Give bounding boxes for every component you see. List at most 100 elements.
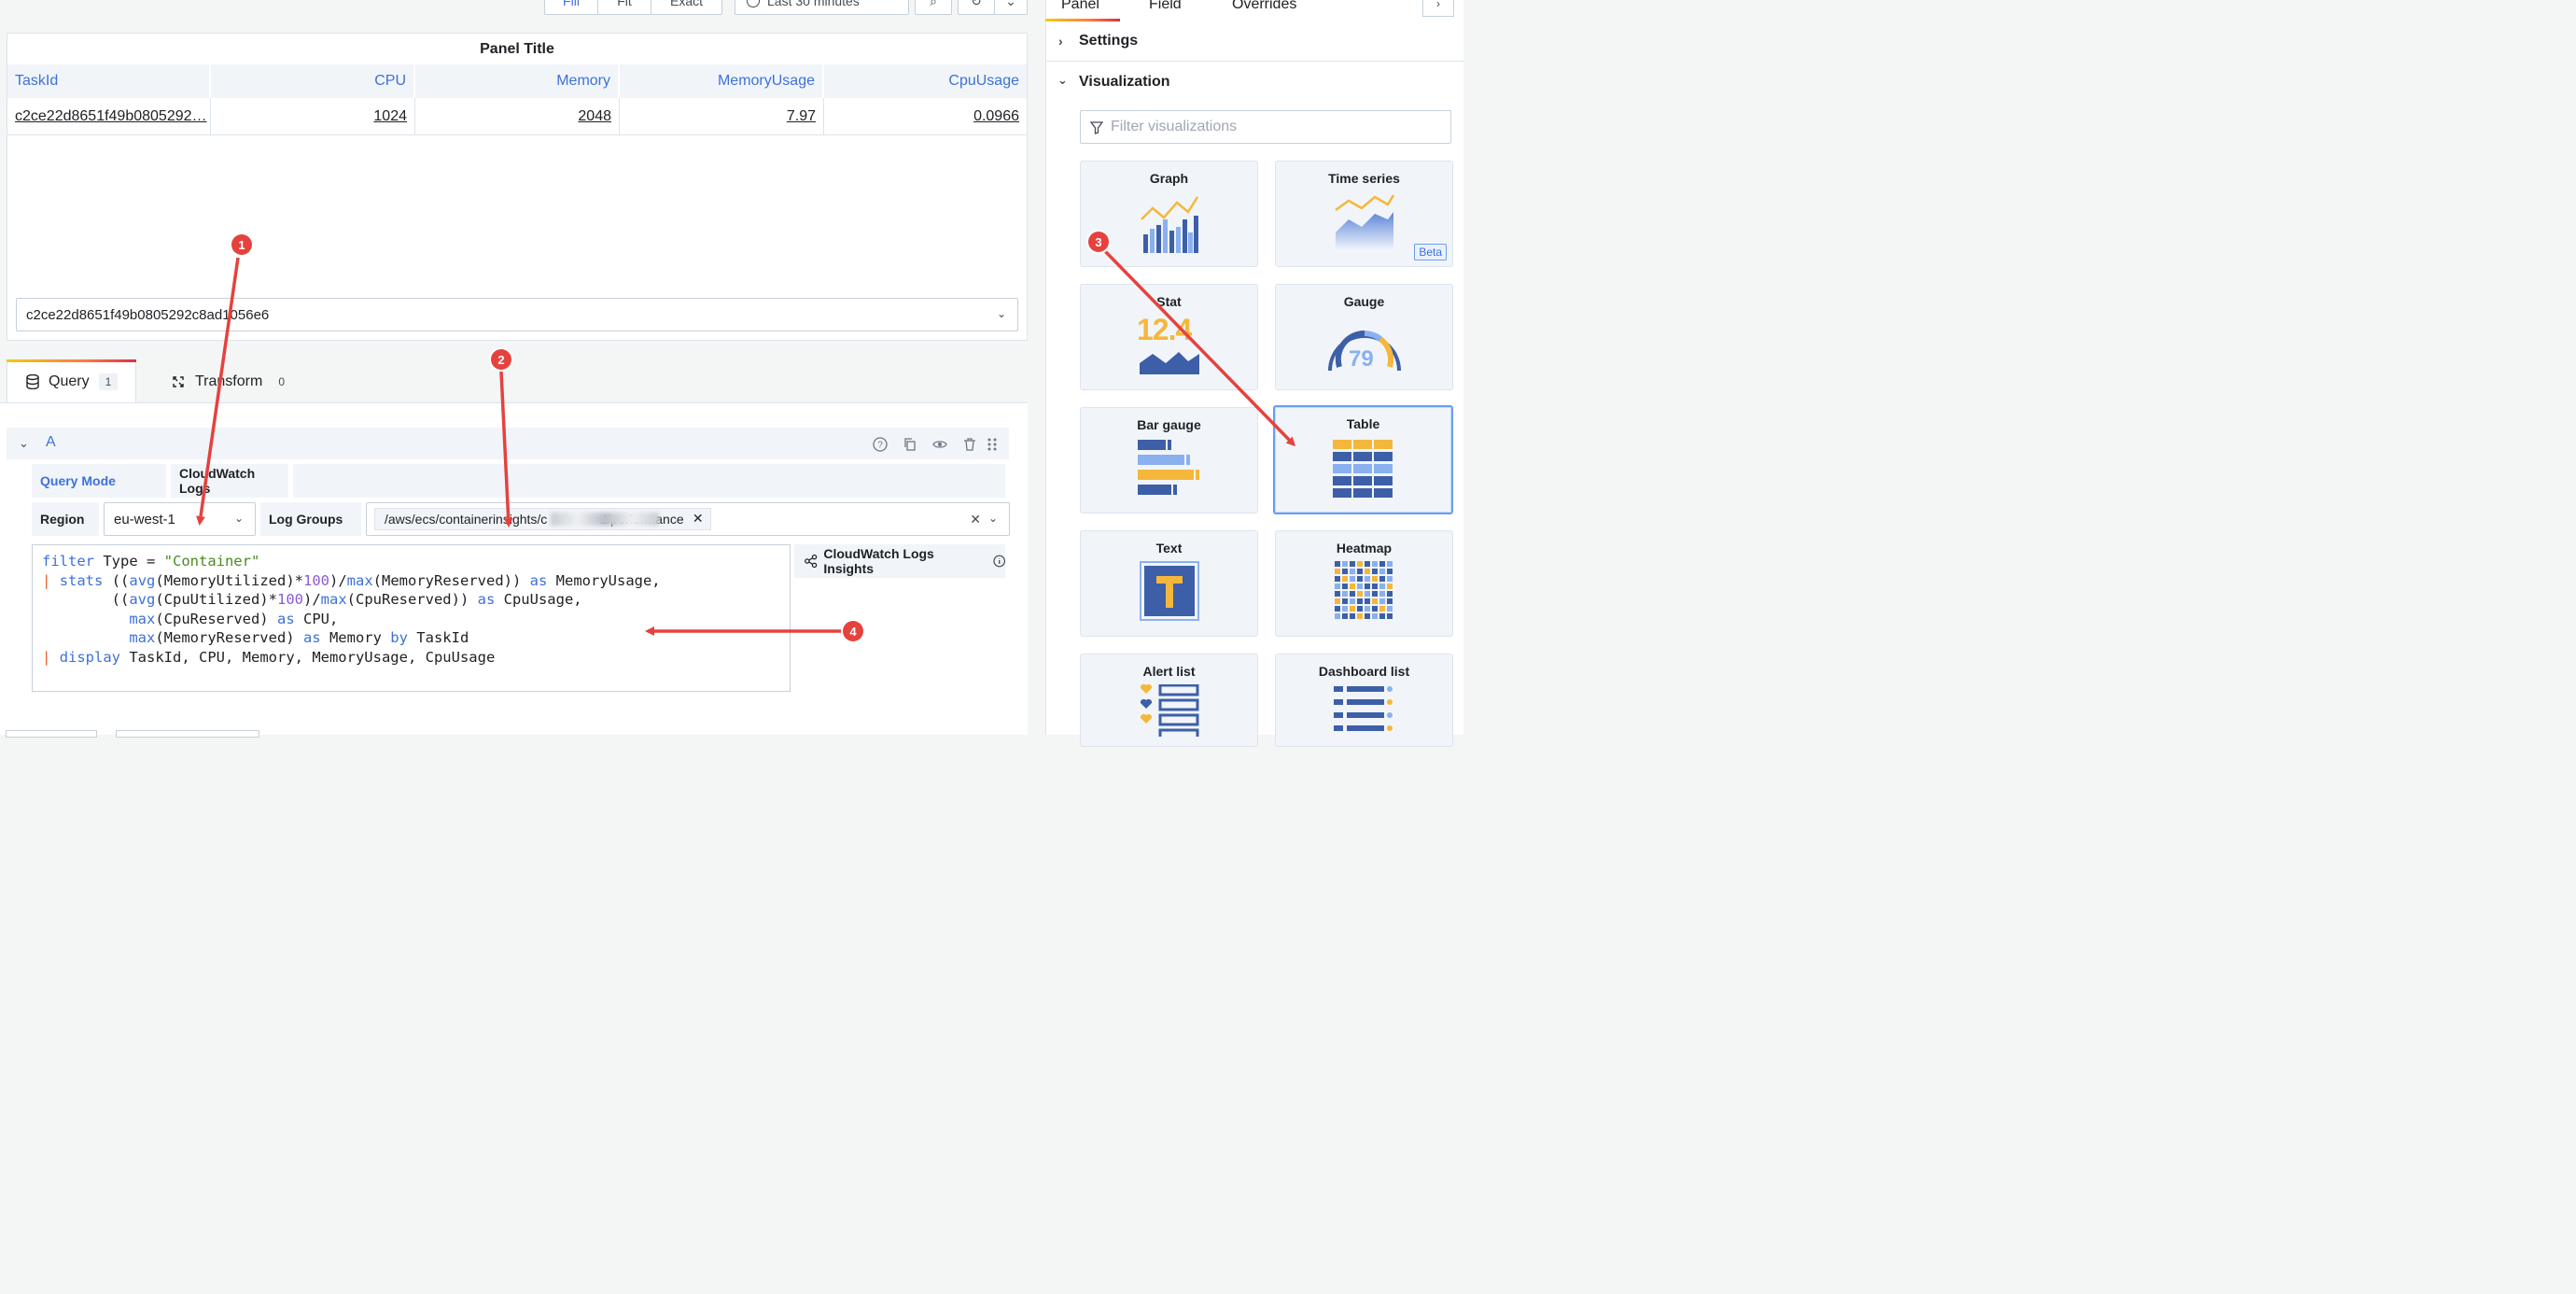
close-icon[interactable]: ✕ (693, 511, 704, 527)
heatmap-cell (1379, 576, 1385, 582)
chevron-down-icon: ⌄ (996, 307, 1006, 320)
zoom-out-button[interactable]: ⌕ (915, 0, 952, 15)
task-id-select[interactable]: c2ce22d8651f49b0805292c8ad1056e6 ⌄ (16, 298, 1018, 331)
cell-taskid[interactable]: c2ce22d8651f49b0805292… (7, 98, 211, 134)
viz-text[interactable]: Text (1080, 530, 1258, 637)
viz-graph[interactable]: Graph (1080, 161, 1258, 267)
column-header-cpuusage[interactable]: CpuUsage (824, 64, 1027, 98)
clock-icon (747, 0, 760, 7)
heatmap-cell (1379, 598, 1385, 604)
heatmap-cell (1349, 584, 1355, 589)
add-expression-button[interactable] (116, 730, 259, 738)
log-groups-select[interactable]: /aws/ecs/containerinsights/c d/performan… (366, 502, 1010, 536)
heatmap-cell (1379, 591, 1385, 597)
tab-panel[interactable]: Panel (1061, 0, 1099, 13)
query-row-header[interactable] (7, 428, 1009, 459)
refresh-button[interactable]: ↻ (958, 0, 995, 15)
filter-icon (1090, 121, 1103, 134)
cloudwatch-logs-insights-button[interactable]: CloudWatch Logs Insights (794, 544, 1005, 578)
copy-icon[interactable] (902, 436, 918, 453)
cell-memory[interactable]: 2048 (415, 98, 620, 134)
cell-cpuusage[interactable]: 0.0966 (824, 98, 1027, 134)
heatmap-cell (1379, 561, 1385, 567)
viz-table[interactable]: Table (1273, 405, 1453, 514)
column-header-memoryusage[interactable]: MemoryUsage (620, 64, 824, 98)
time-range-picker[interactable]: Last 30 minutes (735, 0, 909, 15)
tab-transform[interactable]: Transform 0 (171, 359, 311, 403)
settings-section[interactable]: › Settings (1045, 21, 1463, 62)
clear-icon[interactable]: ✕ (970, 512, 981, 527)
time-range-label: Last 30 minutes (767, 0, 860, 8)
cell-memoryusage[interactable]: 7.97 (620, 98, 824, 134)
fit-button[interactable]: Fit (597, 0, 651, 15)
viz-bar-gauge-label: Bar gauge (1137, 417, 1201, 432)
drag-handle-icon[interactable] (984, 436, 1001, 453)
viz-gauge-label: Gauge (1343, 294, 1385, 309)
heatmap-cell (1364, 584, 1370, 589)
heatmap-cell (1356, 606, 1363, 612)
viz-graph-label: Graph (1149, 171, 1189, 186)
table-icon (1332, 440, 1393, 498)
viz-dashboard-list[interactable]: Dashboard list (1275, 654, 1453, 747)
exact-button[interactable]: Exact (651, 0, 722, 15)
heatmap-cell (1334, 606, 1340, 612)
query-mode-cloudwatch-logs[interactable]: CloudWatch Logs (171, 464, 288, 498)
chevron-down-icon: ⌄ (987, 512, 998, 525)
eye-icon[interactable] (931, 436, 948, 453)
info-icon (992, 555, 1005, 568)
fill-button[interactable]: Fill (544, 0, 598, 15)
heatmap-cell (1371, 598, 1378, 604)
refresh-interval-button[interactable]: ⌄ (994, 0, 1028, 15)
heatmap-cell (1334, 598, 1340, 604)
search-minus-icon: ⌕ (930, 0, 937, 8)
query-mode-label: Query Mode (32, 464, 166, 498)
help-icon[interactable]: ? (872, 436, 889, 453)
chevron-right-icon: › (1058, 34, 1063, 49)
task-id-select-value: c2ce22d8651f49b0805292c8ad1056e6 (26, 306, 270, 323)
viz-heatmap[interactable]: Heatmap (1275, 530, 1453, 637)
heatmap-cell (1334, 584, 1340, 589)
viz-alert-list[interactable]: Alert list (1080, 654, 1258, 747)
visualization-section[interactable]: ⌄ Visualization (1045, 62, 1463, 102)
heatmap-cell (1341, 569, 1348, 574)
viz-gauge[interactable]: Gauge 79 (1275, 284, 1453, 390)
collapse-chevron-icon[interactable]: ⌄ (19, 436, 29, 451)
graph-icon (1140, 196, 1198, 253)
settings-label: Settings (1079, 33, 1139, 49)
heatmap-cell (1379, 584, 1385, 589)
cell-cpu[interactable]: 1024 (211, 98, 415, 134)
heatmap-cell (1349, 613, 1355, 619)
heatmap-cell (1371, 561, 1378, 567)
heatmap-cell (1371, 613, 1378, 619)
viz-heatmap-label: Heatmap (1336, 541, 1393, 556)
heatmap-cell (1386, 584, 1393, 589)
viz-stat[interactable]: Stat 12.4 (1080, 284, 1258, 390)
viz-stat-label: Stat (1156, 294, 1182, 309)
trash-icon[interactable] (961, 436, 978, 453)
heatmap-cell (1364, 591, 1370, 597)
query-code-editor[interactable]: filter Type = "Container" | stats ((avg(… (32, 544, 791, 692)
panel-preview: Panel Title TaskId CPU Memory MemoryUsag… (7, 33, 1028, 341)
tab-query[interactable]: Query 1 (7, 359, 136, 403)
refresh-icon: ↻ (971, 0, 982, 8)
heatmap-cell (1334, 576, 1340, 582)
query-mode-filler (293, 464, 1005, 498)
viz-time-series[interactable]: Time series Beta (1275, 161, 1453, 267)
tab-overrides[interactable]: Overrides (1232, 0, 1296, 13)
region-label: Region (32, 502, 99, 536)
heatmap-cell (1364, 576, 1370, 582)
column-header-memory[interactable]: Memory (415, 64, 620, 98)
collapse-pane-button[interactable]: › (1422, 0, 1454, 17)
query-letter[interactable]: A (46, 434, 56, 451)
column-header-taskid[interactable]: TaskId (7, 64, 211, 98)
add-query-button[interactable] (6, 730, 97, 738)
viz-bar-gauge[interactable]: Bar gauge (1080, 407, 1258, 513)
stat-icon-value: 12.4 (1137, 313, 1192, 346)
heatmap-cell (1356, 613, 1363, 619)
heatmap-cell (1371, 584, 1378, 589)
filter-visualizations-input[interactable]: Filter visualizations (1080, 110, 1451, 144)
column-header-cpu[interactable]: CPU (211, 64, 415, 98)
tab-field[interactable]: Field (1149, 0, 1182, 13)
region-select[interactable]: eu-west-1 ⌄ (104, 502, 256, 536)
annotation-marker-2: 2 (491, 349, 511, 370)
